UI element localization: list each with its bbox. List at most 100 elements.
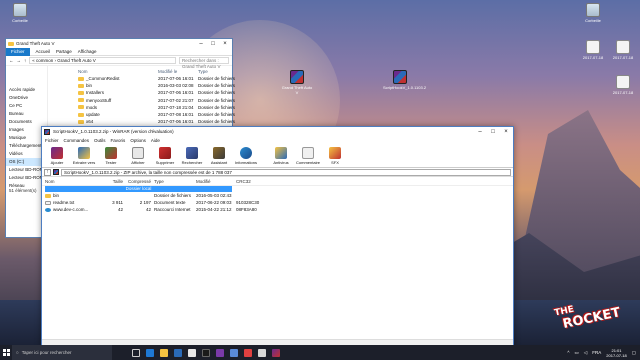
add-button[interactable]: Ajouter: [45, 147, 69, 165]
tab-file[interactable]: Fichier: [6, 47, 30, 56]
nav-item-documents[interactable]: Documents: [6, 118, 47, 126]
menu-commands[interactable]: Commandes: [64, 138, 90, 143]
explorer-titlebar: Grand Theft Auto V – □ ×: [6, 39, 232, 48]
desktop-icon-recycle-bin[interactable]: Corbeille: [3, 3, 37, 23]
notification-icon[interactable]: ▢: [632, 350, 636, 356]
minimize-button[interactable]: –: [475, 128, 485, 136]
edge-icon[interactable]: [146, 348, 154, 357]
column-size[interactable]: Taille: [100, 178, 123, 185]
explorer-search-input[interactable]: Rechercher dans : Grand Theft Auto V: [179, 57, 229, 69]
desktop-icon-file-1[interactable]: 2017-07-18: [576, 40, 610, 60]
list-item[interactable]: menyooStuff 2017-07-02 21:07 Dossier de fi…: [78, 97, 238, 104]
nav-item-onedrive[interactable]: OneDrive: [6, 94, 47, 102]
column-crc[interactable]: CRC32: [236, 178, 266, 185]
start-button[interactable]: [0, 345, 12, 360]
close-button[interactable]: ×: [220, 40, 230, 48]
menu-help[interactable]: Aide: [151, 138, 160, 143]
winrar-file-list: Nom Taille Compressé Type Modifié CRC32 …: [42, 177, 513, 213]
list-item[interactable]: _CommonRedist 2017-07-06 16:01 Dossier de …: [78, 75, 238, 82]
winrar-titlebar: ScriptHookV_1.0.1103.2.zip - WinRAR (ver…: [42, 127, 513, 136]
minimize-button[interactable]: –: [196, 40, 206, 48]
nav-item-this-pc[interactable]: Ce PC: [6, 102, 47, 110]
wizard-button[interactable]: Assistant: [207, 147, 231, 165]
table-row[interactable]: readme.txt 3 911 2 197 Document texte 20…: [42, 199, 513, 206]
back-arrow-icon[interactable]: ←: [9, 58, 14, 63]
file-icon: [616, 40, 630, 54]
view-button[interactable]: Afficher: [126, 147, 150, 165]
clock[interactable]: 21:01 2017-07-18: [606, 348, 626, 358]
wizard-icon: [213, 147, 225, 159]
menu-options[interactable]: Options: [130, 138, 146, 143]
address-path[interactable]: « common › Grand Theft Auto V: [29, 57, 176, 64]
menu-file[interactable]: Fichier: [45, 138, 59, 143]
list-item[interactable]: mods 2017-07-18 21:04 Dossier de fichiers: [78, 104, 238, 111]
maximize-button[interactable]: □: [488, 128, 498, 136]
maximize-button[interactable]: □: [208, 40, 218, 48]
tab-share[interactable]: Partage: [56, 49, 72, 54]
menu-favorites[interactable]: Favoris: [111, 138, 126, 143]
column-name[interactable]: Nom: [78, 68, 158, 75]
sfx-button[interactable]: SFX: [323, 147, 347, 165]
network-icon[interactable]: ▭: [575, 350, 579, 356]
app-icon[interactable]: [258, 348, 266, 357]
up-arrow-icon[interactable]: ↑: [24, 58, 26, 63]
tab-view[interactable]: Affichage: [78, 49, 97, 54]
nav-item-desktop[interactable]: Bureau: [6, 110, 47, 118]
desktop-icon-file-3[interactable]: 2017-07-18: [606, 75, 640, 95]
up-folder-button[interactable]: ↑: [44, 168, 51, 176]
folder-icon: [45, 193, 51, 198]
folder-icon: [78, 112, 84, 117]
column-modified[interactable]: Modifié: [196, 178, 236, 185]
find-button[interactable]: Rechercher: [180, 147, 204, 165]
extract-to-button[interactable]: Extraire vers: [72, 147, 96, 165]
table-row[interactable]: www.dev-c.com... 42 42 Raccourci Interne…: [42, 206, 513, 213]
column-date[interactable]: Modifié le: [158, 68, 198, 75]
winrar-taskbar-icon[interactable]: [272, 348, 280, 357]
folder-icon: [8, 41, 14, 46]
desktop-icon-recycle-bin-right[interactable]: Corbeille: [576, 3, 610, 23]
delete-button[interactable]: Supprimer: [153, 147, 177, 165]
app-icon[interactable]: [230, 348, 238, 357]
view-document-icon: [132, 147, 144, 159]
column-type[interactable]: Type: [151, 178, 196, 185]
task-view-icon[interactable]: [132, 348, 140, 357]
antivirus-button[interactable]: Antivirus: [269, 147, 293, 165]
desktop-icon-file-2[interactable]: 2017-07-18: [606, 40, 640, 60]
list-item[interactable]: x64 2017-07-06 16:01 Dossier de fichiers: [78, 118, 238, 125]
winrar-toolbar: Ajouter Extraire vers Tester Afficher Su…: [42, 144, 513, 168]
chevron-up-icon[interactable]: ^: [567, 350, 569, 355]
steam-icon[interactable]: [202, 348, 210, 357]
explorer-list-header: Nom Modifié le Type: [78, 68, 238, 75]
column-packed[interactable]: Compressé: [123, 178, 151, 185]
list-item[interactable]: update 2017-07-08 16:01 Dossier de fichier…: [78, 111, 238, 118]
list-item[interactable]: Installers 2017-07-06 16:01 Dossier de fic…: [78, 89, 238, 96]
visual-studio-icon[interactable]: [216, 348, 224, 357]
menu-tools[interactable]: Outils: [94, 138, 106, 143]
desktop-icon-gtav[interactable]: Grand Theft Auto V: [280, 70, 314, 95]
list-item[interactable]: bin 2016-03-03 02:08 Dossier de fichiers: [78, 82, 238, 89]
taskbar-search[interactable]: ○ Taper ici pour rechercher: [12, 345, 112, 360]
column-name[interactable]: Nom: [45, 178, 100, 185]
volume-icon[interactable]: ◁: [584, 350, 587, 356]
nav-item-quick-access[interactable]: Accès rapide: [6, 86, 47, 94]
comment-button[interactable]: Commentaire: [296, 147, 320, 165]
language-indicator[interactable]: FRA: [592, 350, 601, 355]
comment-icon: [302, 147, 314, 159]
app-icon[interactable]: [244, 348, 252, 357]
column-type[interactable]: Type: [198, 68, 238, 75]
close-button[interactable]: ×: [501, 128, 511, 136]
table-row[interactable]: bin Dossier de fichiers 2016-05-03 02:43: [42, 192, 513, 199]
file-icon: [616, 75, 630, 89]
archive-path-field[interactable]: ScriptHookV_1.0.1103.2.zip - ZIP archive…: [61, 168, 511, 176]
store-icon[interactable]: [174, 348, 182, 357]
tab-home[interactable]: Accueil: [36, 49, 51, 54]
file-explorer-icon[interactable]: [160, 348, 168, 357]
mail-icon[interactable]: [188, 348, 196, 357]
folder-icon: [78, 119, 84, 124]
search-icon: ○: [16, 350, 19, 355]
windows-logo-icon: [2, 349, 10, 356]
forward-arrow-icon[interactable]: →: [17, 58, 22, 63]
desktop-icon-scripthook[interactable]: ScriptHookV_1.0.1103.2: [383, 70, 426, 90]
info-button[interactable]: Informations: [234, 147, 258, 165]
test-button[interactable]: Tester: [99, 147, 123, 165]
